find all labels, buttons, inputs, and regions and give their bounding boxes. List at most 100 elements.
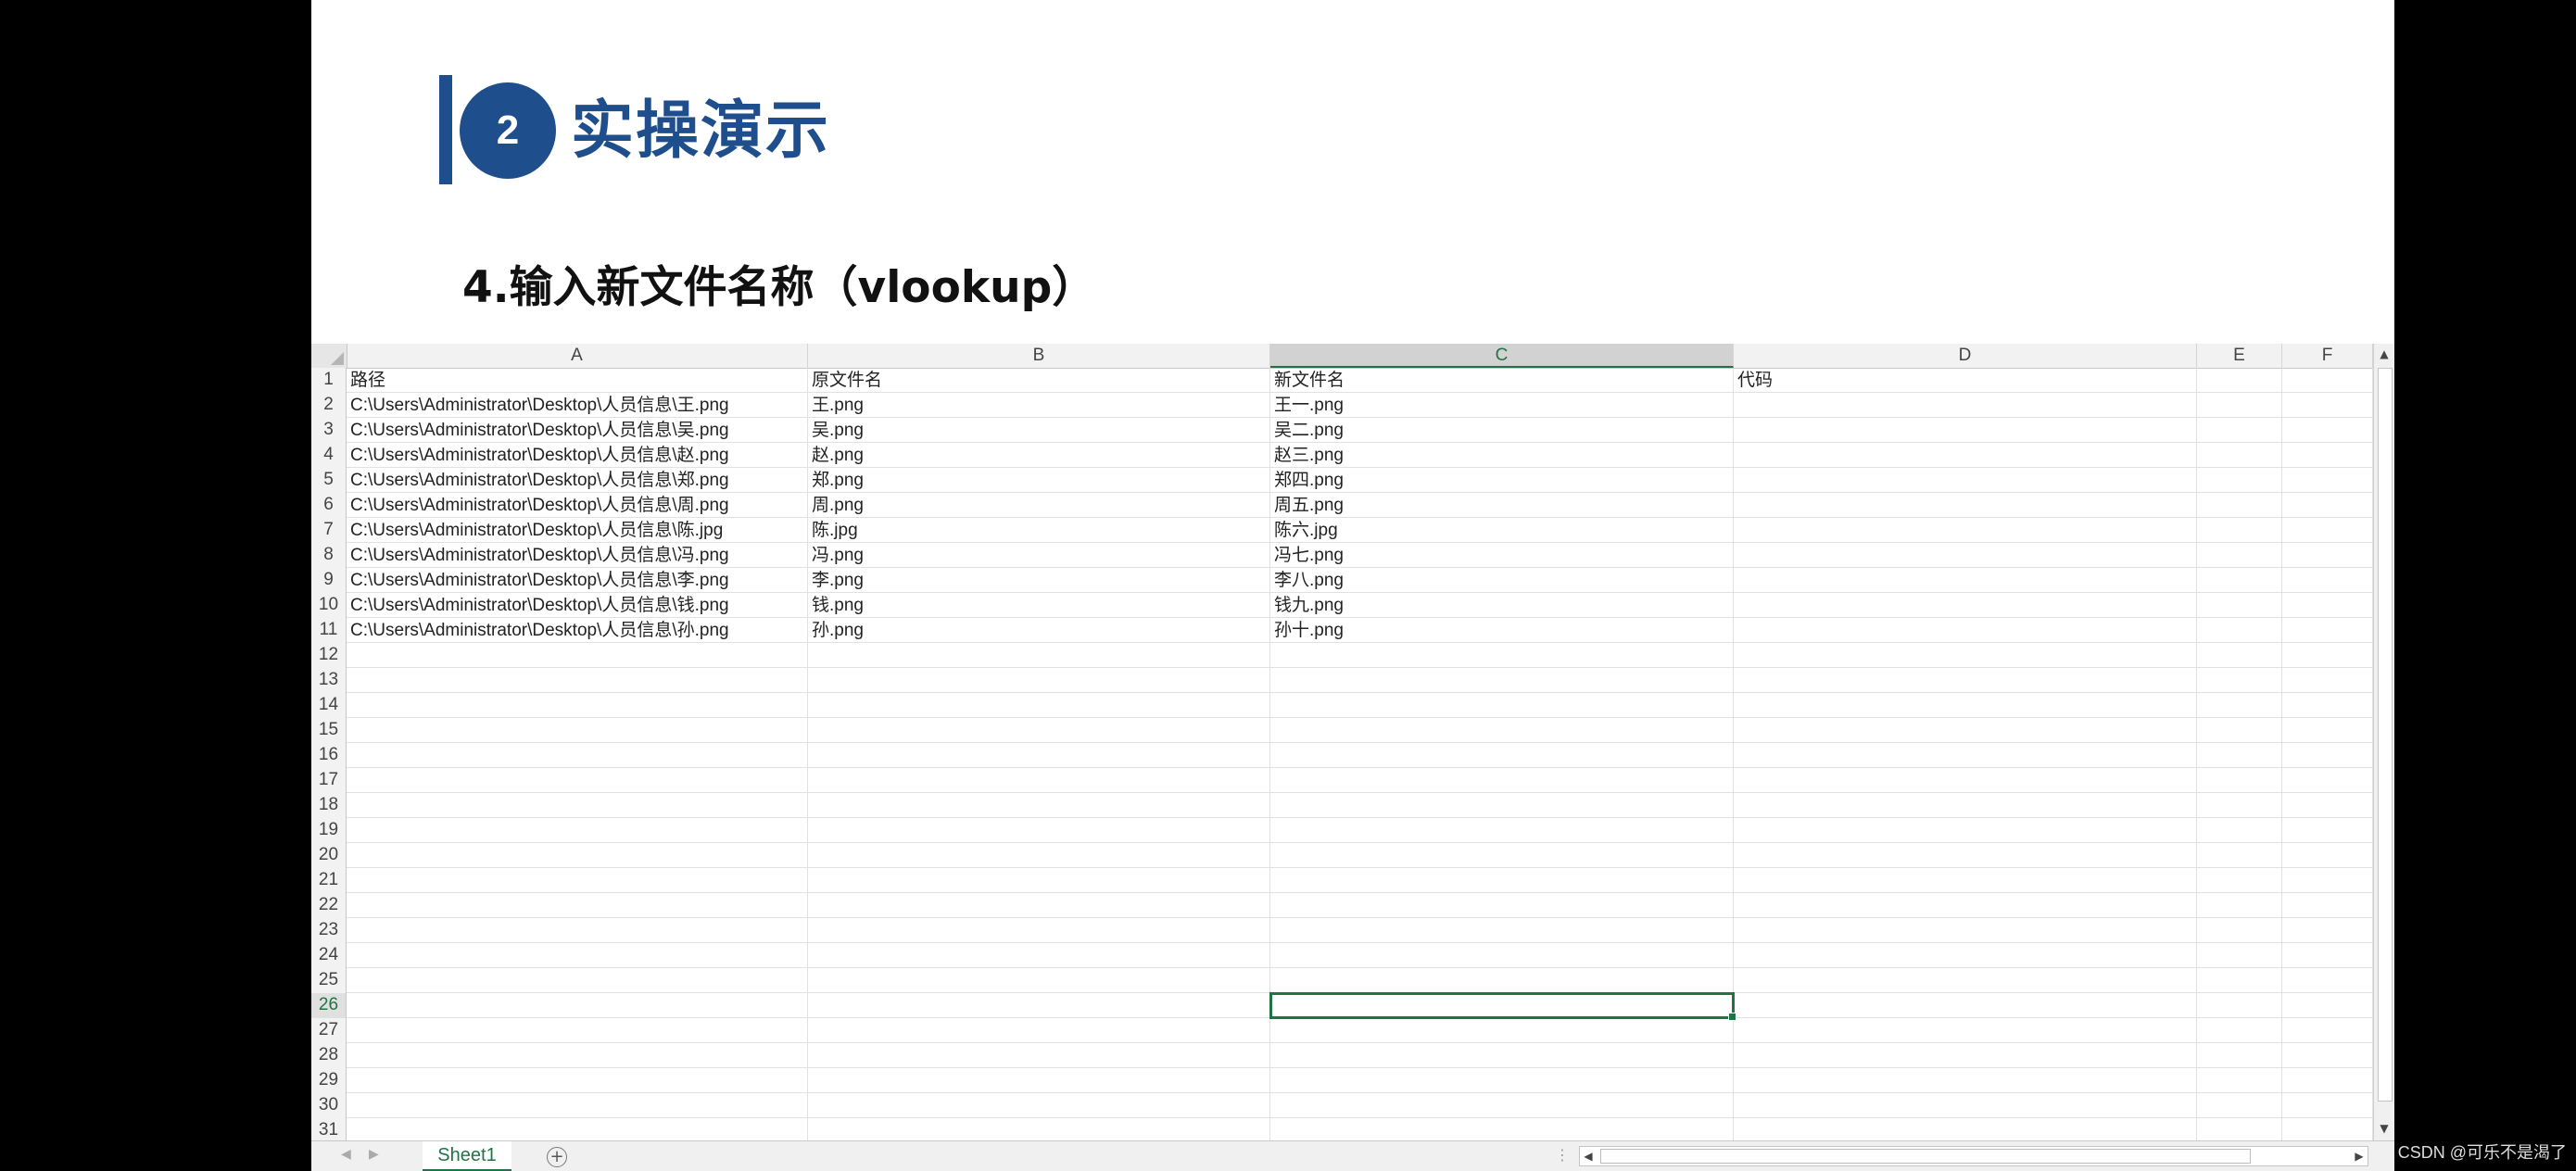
cell-d15[interactable] <box>1734 718 2197 743</box>
cell-d24[interactable] <box>1734 943 2197 968</box>
row-header[interactable]: 13 <box>311 668 347 693</box>
cell-f27[interactable] <box>2282 1018 2373 1043</box>
cell-d6[interactable] <box>1734 493 2197 518</box>
horizontal-scroll-thumb[interactable] <box>1600 1149 2251 1164</box>
cell-e18[interactable] <box>2197 793 2282 818</box>
cell-c29[interactable] <box>1270 1068 1734 1093</box>
cell-d8[interactable] <box>1734 543 2197 568</box>
cell-c18[interactable] <box>1270 793 1734 818</box>
row-header[interactable]: 28 <box>311 1043 347 1068</box>
cell-f12[interactable] <box>2282 643 2373 668</box>
vertical-scroll-thumb[interactable] <box>2378 368 2393 1102</box>
row-header[interactable]: 30 <box>311 1093 347 1118</box>
cell-f31[interactable] <box>2282 1118 2373 1143</box>
cell-c19[interactable] <box>1270 818 1734 843</box>
cell-d20[interactable] <box>1734 843 2197 868</box>
cell-d12[interactable] <box>1734 643 2197 668</box>
cell-f22[interactable] <box>2282 893 2373 918</box>
row-header[interactable]: 7 <box>311 518 347 543</box>
row-header[interactable]: 3 <box>311 418 347 443</box>
cell-b29[interactable] <box>808 1068 1270 1093</box>
scroll-up-icon[interactable]: ▲ <box>2376 346 2393 362</box>
cell-e16[interactable] <box>2197 743 2282 768</box>
cell-d29[interactable] <box>1734 1068 2197 1093</box>
cell-b25[interactable] <box>808 968 1270 993</box>
cell-c3[interactable]: 吴二.png <box>1270 418 1734 443</box>
cell-d17[interactable] <box>1734 768 2197 793</box>
row-header[interactable]: 26 <box>311 993 347 1018</box>
scroll-left-icon[interactable]: ◀ <box>1580 1148 1597 1165</box>
cell-d30[interactable] <box>1734 1093 2197 1118</box>
cell-c4[interactable]: 赵三.png <box>1270 443 1734 468</box>
cell-b15[interactable] <box>808 718 1270 743</box>
cell-d5[interactable] <box>1734 468 2197 493</box>
cell-c15[interactable] <box>1270 718 1734 743</box>
cell-a1[interactable]: 路径 <box>347 368 808 393</box>
cell-d11[interactable] <box>1734 618 2197 643</box>
cell-b5[interactable]: 郑.png <box>808 468 1270 493</box>
cell-f11[interactable] <box>2282 618 2373 643</box>
cell-e12[interactable] <box>2197 643 2282 668</box>
cell-c20[interactable] <box>1270 843 1734 868</box>
cell-c30[interactable] <box>1270 1093 1734 1118</box>
cell-f28[interactable] <box>2282 1043 2373 1068</box>
cell-f1[interactable] <box>2282 368 2373 393</box>
cell-f10[interactable] <box>2282 593 2373 618</box>
cell-a5[interactable]: C:\Users\Administrator\Desktop\人员信息\郑.pn… <box>347 468 808 493</box>
cell-d25[interactable] <box>1734 968 2197 993</box>
cell-d4[interactable] <box>1734 443 2197 468</box>
cell-b9[interactable]: 李.png <box>808 568 1270 593</box>
column-header-b[interactable]: B <box>808 344 1270 368</box>
cell-a16[interactable] <box>347 743 808 768</box>
cell-e22[interactable] <box>2197 893 2282 918</box>
row-header[interactable]: 16 <box>311 743 347 768</box>
row-header[interactable]: 14 <box>311 693 347 718</box>
cell-b3[interactable]: 吴.png <box>808 418 1270 443</box>
cell-f9[interactable] <box>2282 568 2373 593</box>
cell-e27[interactable] <box>2197 1018 2282 1043</box>
cell-c31[interactable] <box>1270 1118 1734 1143</box>
column-header-a[interactable]: A <box>347 344 808 368</box>
vertical-scrollbar[interactable]: ▲ ▼ <box>2373 344 2394 1140</box>
cell-a8[interactable]: C:\Users\Administrator\Desktop\人员信息\冯.pn… <box>347 543 808 568</box>
cell-d18[interactable] <box>1734 793 2197 818</box>
cell-b26[interactable] <box>808 993 1270 1018</box>
cell-c8[interactable]: 冯七.png <box>1270 543 1734 568</box>
sheet-tab-sheet1[interactable]: Sheet1 <box>423 1141 511 1171</box>
cell-f4[interactable] <box>2282 443 2373 468</box>
cell-f7[interactable] <box>2282 518 2373 543</box>
cell-b1[interactable]: 原文件名 <box>808 368 1270 393</box>
column-header-f[interactable]: F <box>2282 344 2373 368</box>
cell-a2[interactable]: C:\Users\Administrator\Desktop\人员信息\王.pn… <box>347 393 808 418</box>
cell-c23[interactable] <box>1270 918 1734 943</box>
row-header[interactable]: 29 <box>311 1068 347 1093</box>
cell-c9[interactable]: 李八.png <box>1270 568 1734 593</box>
cell-e17[interactable] <box>2197 768 2282 793</box>
cell-b30[interactable] <box>808 1093 1270 1118</box>
cell-b10[interactable]: 钱.png <box>808 593 1270 618</box>
cell-c5[interactable]: 郑四.png <box>1270 468 1734 493</box>
cell-b17[interactable] <box>808 768 1270 793</box>
row-header[interactable]: 4 <box>311 443 347 468</box>
cell-e7[interactable] <box>2197 518 2282 543</box>
row-header[interactable]: 6 <box>311 493 347 518</box>
select-all-corner[interactable] <box>311 344 347 368</box>
cell-e25[interactable] <box>2197 968 2282 993</box>
column-header-d[interactable]: D <box>1734 344 2197 368</box>
cell-b27[interactable] <box>808 1018 1270 1043</box>
cell-d2[interactable] <box>1734 393 2197 418</box>
row-header[interactable]: 19 <box>311 818 347 843</box>
cell-b4[interactable]: 赵.png <box>808 443 1270 468</box>
cell-d7[interactable] <box>1734 518 2197 543</box>
row-header[interactable]: 10 <box>311 593 347 618</box>
cell-e30[interactable] <box>2197 1093 2282 1118</box>
cell-e26[interactable] <box>2197 993 2282 1018</box>
cell-f6[interactable] <box>2282 493 2373 518</box>
cell-a12[interactable] <box>347 643 808 668</box>
cell-f3[interactable] <box>2282 418 2373 443</box>
cell-a4[interactable]: C:\Users\Administrator\Desktop\人员信息\赵.pn… <box>347 443 808 468</box>
cell-e24[interactable] <box>2197 943 2282 968</box>
cell-f5[interactable] <box>2282 468 2373 493</box>
cell-d31[interactable] <box>1734 1118 2197 1143</box>
cell-b19[interactable] <box>808 818 1270 843</box>
